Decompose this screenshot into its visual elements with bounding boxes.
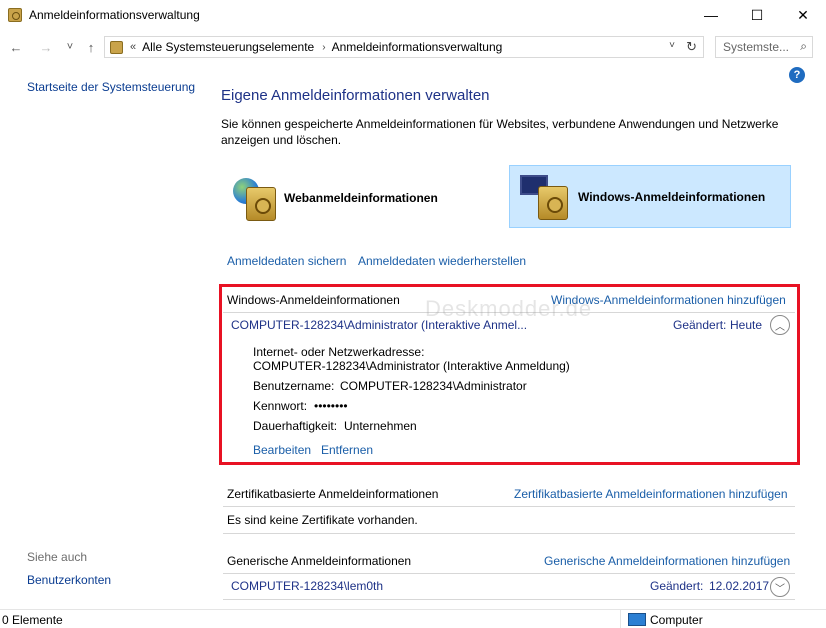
persistence-label: Dauerhaftigkeit:	[253, 419, 338, 433]
status-bar: 0 Elemente Computer	[0, 609, 826, 628]
generic-credentials-section-title: Generische Anmeldeinformationen	[227, 554, 412, 568]
web-credentials-label: Webanmeldeinformationen	[284, 191, 438, 205]
add-certificate-credential-link[interactable]: Zertifikatbasierte Anmeldeinformationen …	[514, 487, 788, 501]
generic-changed-value: 12.02.2017	[709, 579, 770, 593]
maximize-button[interactable]: ☐	[734, 0, 780, 30]
search-input[interactable]: Systemste...	[723, 40, 789, 54]
persistence-value: Unternehmen	[344, 419, 417, 433]
certificate-credentials-section-title: Zertifikatbasierte Anmeldeinformationen	[227, 487, 439, 501]
window-title: Anmeldeinformationsverwaltung	[29, 8, 200, 22]
status-divider	[620, 610, 621, 628]
help-icon[interactable]: ?	[789, 67, 805, 83]
search-icon[interactable]: ⌕	[800, 39, 807, 54]
backup-credentials-link[interactable]: Anmeldedaten sichern	[227, 254, 346, 268]
window-controls: — ☐ ✕	[688, 0, 826, 30]
forward-button[interactable]: →	[36, 37, 56, 57]
expand-chevron-icon[interactable]: ﹀	[770, 577, 790, 597]
page-title: Eigene Anmeldeinformationen verwalten	[221, 87, 490, 104]
section-divider	[223, 599, 795, 600]
remove-credential-link[interactable]: Entfernen	[321, 443, 373, 457]
refresh-icon[interactable]: ↻	[686, 39, 697, 55]
control-panel-icon	[110, 40, 123, 54]
control-panel-home-link[interactable]: Startseite der Systemsteuerung	[27, 80, 195, 94]
generic-changed-label: Geändert:	[650, 579, 704, 593]
windows-credentials-tile[interactable]: Windows-Anmeldeinformationen	[509, 165, 791, 228]
username-label: Benutzername:	[253, 379, 335, 393]
recent-locations-button[interactable]: ˅	[60, 37, 80, 57]
section-divider	[223, 573, 795, 574]
windows-credentials-label: Windows-Anmeldeinformationen	[578, 189, 766, 204]
breadcrumb-overflow-icon[interactable]: «	[130, 41, 136, 53]
minimize-button[interactable]: —	[688, 0, 734, 30]
breadcrumb-all-items[interactable]: Alle Systemsteuerungselemente	[142, 40, 314, 54]
generic-credential-entry-name[interactable]: COMPUTER-128234\lem0th	[231, 579, 383, 593]
windows-credentials-icon	[516, 170, 574, 224]
password-label: Kennwort:	[253, 399, 308, 413]
add-generic-credential-link[interactable]: Generische Anmeldeinformationen hinzufüg…	[544, 554, 790, 568]
web-credentials-icon	[228, 173, 280, 223]
computer-icon	[628, 613, 646, 626]
password-value: ••••••••	[314, 399, 348, 413]
collapse-chevron-icon[interactable]: ︿	[770, 315, 790, 335]
breadcrumb-separator-icon[interactable]: ›	[322, 42, 325, 53]
see-also-label: Siehe auch	[27, 550, 88, 564]
credential-changed-label: Geändert:	[673, 318, 727, 332]
username-value: COMPUTER-128234\Administrator	[340, 379, 527, 393]
address-value: COMPUTER-128234\Administrator (Interakti…	[253, 359, 570, 373]
address-label: Internet- oder Netzwerkadresse:	[253, 345, 425, 359]
close-button[interactable]: ✕	[780, 0, 826, 30]
section-divider	[223, 506, 795, 507]
status-location: Computer	[650, 613, 703, 627]
section-divider	[223, 533, 795, 534]
up-button[interactable]: ↑	[81, 37, 101, 57]
item-count: 0 Elemente	[2, 613, 63, 627]
credential-entry-name[interactable]: COMPUTER-128234\Administrator (Interakti…	[231, 318, 527, 332]
address-dropdown-icon[interactable]: ˅	[669, 40, 675, 51]
web-credentials-tile[interactable]: Webanmeldeinformationen	[228, 168, 498, 228]
edit-credential-link[interactable]: Bearbeiten	[253, 443, 311, 457]
breadcrumb-credential-manager[interactable]: Anmeldeinformationsverwaltung	[332, 40, 503, 54]
title-bar: Anmeldeinformationsverwaltung — ☐ ✕	[0, 0, 826, 30]
no-certificates-text: Es sind keine Zertifikate vorhanden.	[227, 513, 418, 527]
credential-changed-value: Heute	[730, 318, 763, 332]
user-accounts-link[interactable]: Benutzerkonten	[27, 573, 111, 587]
page-description: Sie können gespeicherte Anmeldeinformati…	[221, 117, 779, 147]
credential-manager-icon	[8, 8, 22, 22]
address-bar[interactable]: « Alle Systemsteuerungselemente › Anmeld…	[104, 36, 704, 58]
navigation-bar: ← → ˅ ↑ « Alle Systemsteuerungselemente …	[0, 30, 826, 64]
search-box[interactable]: Systemste... ⌕	[715, 36, 813, 58]
restore-credentials-link[interactable]: Anmeldedaten wiederherstellen	[358, 254, 526, 268]
windows-credentials-section-title: Windows-Anmeldeinformationen	[227, 293, 400, 307]
back-button[interactable]: ←	[6, 37, 26, 57]
